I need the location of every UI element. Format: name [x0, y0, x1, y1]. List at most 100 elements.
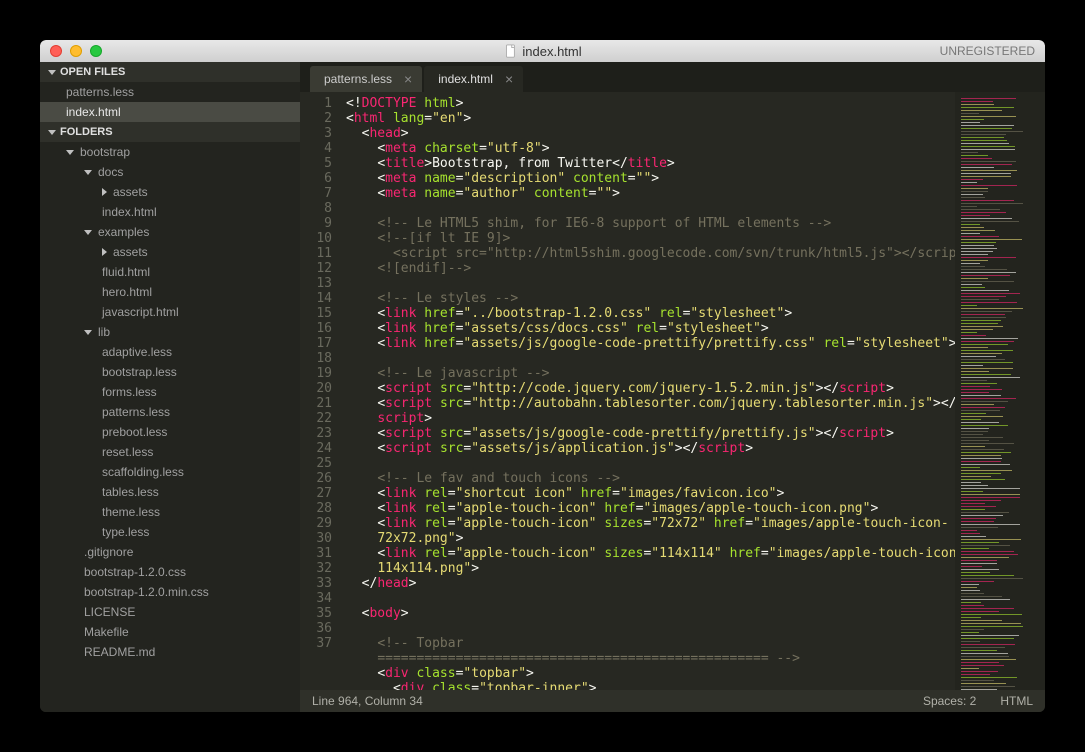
- open-file-item[interactable]: patterns.less: [40, 82, 300, 102]
- code-line[interactable]: <body>: [346, 606, 955, 621]
- line-number[interactable]: 14: [304, 291, 332, 306]
- minimap[interactable]: [955, 92, 1045, 690]
- line-number[interactable]: 21: [304, 396, 332, 411]
- line-number[interactable]: 7: [304, 186, 332, 201]
- code-line[interactable]: <script src="assets/js/application.js"><…: [346, 441, 955, 456]
- line-number[interactable]: 10: [304, 231, 332, 246]
- line-number[interactable]: 1: [304, 96, 332, 111]
- code-line[interactable]: <!--[if lt IE 9]>: [346, 231, 955, 246]
- code-line[interactable]: <!-- Le fav and touch icons -->: [346, 471, 955, 486]
- line-number[interactable]: 29: [304, 516, 332, 531]
- line-number[interactable]: 3: [304, 126, 332, 141]
- gutter[interactable]: 1234567891011121314151617181920212223242…: [300, 92, 340, 690]
- folder-item[interactable]: bootstrap: [40, 142, 300, 162]
- file-item[interactable]: LICENSE: [40, 602, 300, 622]
- code-line[interactable]: ========================================…: [346, 651, 955, 666]
- line-number[interactable]: 25: [304, 456, 332, 471]
- line-number[interactable]: 34: [304, 591, 332, 606]
- zoom-window-icon[interactable]: [90, 45, 102, 57]
- line-number[interactable]: 19: [304, 366, 332, 381]
- code-line[interactable]: 72x72.png">: [346, 531, 955, 546]
- folder-item[interactable]: examples: [40, 222, 300, 242]
- file-item[interactable]: adaptive.less: [40, 342, 300, 362]
- file-item[interactable]: index.html: [40, 202, 300, 222]
- code-line[interactable]: <meta charset="utf-8">: [346, 141, 955, 156]
- code-line[interactable]: <link href="assets/js/google-code-pretti…: [346, 336, 955, 351]
- sidebar[interactable]: OPEN FILES patterns.lessindex.html FOLDE…: [40, 62, 300, 712]
- code-line[interactable]: script>: [346, 411, 955, 426]
- code-line[interactable]: <link rel="shortcut icon" href="images/f…: [346, 486, 955, 501]
- code-line[interactable]: <meta name="author" content="">: [346, 186, 955, 201]
- code-line[interactable]: <script src="http://html5shim.googlecode…: [346, 246, 955, 261]
- code-line[interactable]: [346, 276, 955, 291]
- code-line[interactable]: <head>: [346, 126, 955, 141]
- code-line[interactable]: <!-- Le HTML5 shim, for IE6-8 support of…: [346, 216, 955, 231]
- code-area[interactable]: <!DOCTYPE html><html lang="en"> <head> <…: [340, 92, 955, 690]
- line-number[interactable]: 35: [304, 606, 332, 621]
- file-item[interactable]: type.less: [40, 522, 300, 542]
- line-number[interactable]: 11: [304, 246, 332, 261]
- file-item[interactable]: patterns.less: [40, 402, 300, 422]
- line-number[interactable]: 28: [304, 501, 332, 516]
- file-item[interactable]: reset.less: [40, 442, 300, 462]
- code-line[interactable]: <!DOCTYPE html>: [346, 96, 955, 111]
- line-number[interactable]: 17: [304, 336, 332, 351]
- line-number[interactable]: 8: [304, 201, 332, 216]
- file-item[interactable]: preboot.less: [40, 422, 300, 442]
- code-line[interactable]: <div class="topbar">: [346, 666, 955, 681]
- code-line[interactable]: [346, 201, 955, 216]
- code-line[interactable]: <div class="topbar-inner">: [346, 681, 955, 690]
- close-icon[interactable]: ×: [404, 71, 412, 87]
- file-item[interactable]: fluid.html: [40, 262, 300, 282]
- file-item[interactable]: scaffolding.less: [40, 462, 300, 482]
- line-number[interactable]: 2: [304, 111, 332, 126]
- line-number[interactable]: 30: [304, 531, 332, 546]
- close-window-icon[interactable]: [50, 45, 62, 57]
- minimize-window-icon[interactable]: [70, 45, 82, 57]
- line-number[interactable]: 31: [304, 546, 332, 561]
- code-line[interactable]: [346, 621, 955, 636]
- code-line[interactable]: [346, 351, 955, 366]
- code-line[interactable]: <!-- Le javascript -->: [346, 366, 955, 381]
- folder-item[interactable]: assets: [40, 182, 300, 202]
- file-item[interactable]: bootstrap.less: [40, 362, 300, 382]
- code-line[interactable]: <link rel="apple-touch-icon" href="image…: [346, 501, 955, 516]
- line-number[interactable]: 5: [304, 156, 332, 171]
- code-line[interactable]: <title>Bootstrap, from Twitter</title>: [346, 156, 955, 171]
- folder-item[interactable]: docs: [40, 162, 300, 182]
- line-number[interactable]: 22: [304, 411, 332, 426]
- tab[interactable]: index.html×: [424, 66, 523, 92]
- line-number[interactable]: 24: [304, 441, 332, 456]
- tab[interactable]: patterns.less×: [310, 66, 422, 92]
- code-line[interactable]: 114x114.png">: [346, 561, 955, 576]
- line-number[interactable]: 27: [304, 486, 332, 501]
- line-number[interactable]: 12: [304, 261, 332, 276]
- code-line[interactable]: <link href="assets/css/docs.css" rel="st…: [346, 321, 955, 336]
- indent-setting[interactable]: Spaces: 2: [923, 694, 976, 708]
- code-line[interactable]: <script src="http://code.jquery.com/jque…: [346, 381, 955, 396]
- file-item[interactable]: bootstrap-1.2.0.css: [40, 562, 300, 582]
- line-number[interactable]: 37: [304, 636, 332, 651]
- folder-item[interactable]: lib: [40, 322, 300, 342]
- code-line[interactable]: [346, 456, 955, 471]
- line-number[interactable]: 15: [304, 306, 332, 321]
- file-item[interactable]: Makefile: [40, 622, 300, 642]
- open-files-header[interactable]: OPEN FILES: [40, 62, 300, 82]
- line-number[interactable]: 4: [304, 141, 332, 156]
- file-item[interactable]: bootstrap-1.2.0.min.css: [40, 582, 300, 602]
- line-number[interactable]: 18: [304, 351, 332, 366]
- file-item[interactable]: .gitignore: [40, 542, 300, 562]
- code-line[interactable]: <!-- Le styles -->: [346, 291, 955, 306]
- code-line[interactable]: <script src="assets/js/google-code-prett…: [346, 426, 955, 441]
- code-line[interactable]: <link rel="apple-touch-icon" sizes="114x…: [346, 546, 955, 561]
- line-number[interactable]: 32: [304, 561, 332, 576]
- code-line[interactable]: [346, 591, 955, 606]
- line-number[interactable]: 9: [304, 216, 332, 231]
- file-item[interactable]: hero.html: [40, 282, 300, 302]
- file-item[interactable]: README.md: [40, 642, 300, 662]
- file-item[interactable]: theme.less: [40, 502, 300, 522]
- code-line[interactable]: <link href="../bootstrap-1.2.0.css" rel=…: [346, 306, 955, 321]
- cursor-position[interactable]: Line 964, Column 34: [312, 694, 423, 708]
- file-item[interactable]: forms.less: [40, 382, 300, 402]
- file-item[interactable]: tables.less: [40, 482, 300, 502]
